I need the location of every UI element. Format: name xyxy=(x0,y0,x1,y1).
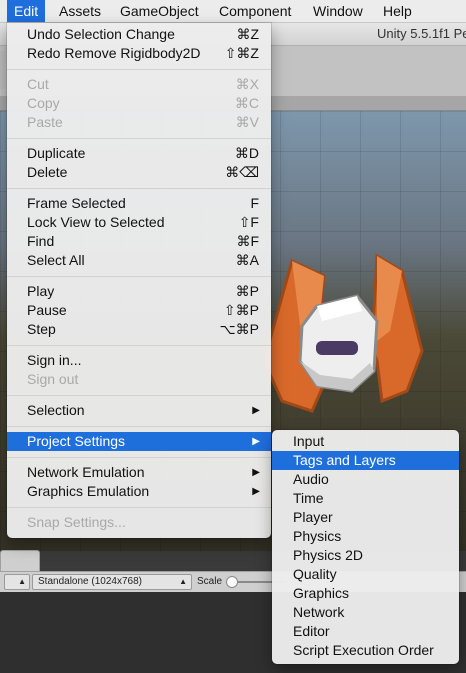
menu-component[interactable]: Component xyxy=(212,0,298,22)
menu-window[interactable]: Window xyxy=(306,0,370,22)
menu-item-selection[interactable]: Selection ▶ xyxy=(7,401,271,420)
submenu-item-tags-and-layers[interactable]: Tags and Layers xyxy=(272,451,459,470)
menu-separator xyxy=(7,507,271,508)
menu-item-undo[interactable]: Undo Selection Change ⌘Z xyxy=(7,25,271,44)
submenu-item-physics-2d[interactable]: Physics 2D xyxy=(272,546,459,565)
scale-label: Scale xyxy=(197,576,223,587)
menu-separator xyxy=(7,345,271,346)
submenu-arrow-icon: ▶ xyxy=(252,405,260,416)
menu-item-delete[interactable]: Delete ⌘⌫ xyxy=(7,163,271,182)
menu-item-duplicate[interactable]: Duplicate ⌘D xyxy=(7,144,271,163)
menubar: Edit Assets GameObject Component Window … xyxy=(0,0,466,23)
submenu-item-editor[interactable]: Editor xyxy=(272,622,459,641)
project-settings-submenu: Input Tags and Layers Audio Time Player … xyxy=(272,430,459,664)
menu-item-snap-settings: Snap Settings... xyxy=(27,514,126,530)
menu-help[interactable]: Help xyxy=(376,0,419,22)
menu-edit[interactable]: Edit xyxy=(7,0,46,22)
dropdown-arrow-icon: ▲ xyxy=(179,577,187,586)
submenu-item-player[interactable]: Player xyxy=(272,508,459,527)
menu-separator xyxy=(7,69,271,70)
submenu-item-time[interactable]: Time xyxy=(272,489,459,508)
left-gutter xyxy=(0,51,6,89)
display-dropdown[interactable]: ▲ xyxy=(4,574,30,590)
menu-item-redo[interactable]: Redo Remove Rigidbody2D ⇧⌘Z xyxy=(7,44,271,63)
menu-item-frame-selected[interactable]: Frame Selected F xyxy=(7,194,271,213)
menu-item-project-settings[interactable]: Project Settings ▶ xyxy=(7,432,271,451)
menu-assets[interactable]: Assets xyxy=(52,0,108,22)
menu-item-find[interactable]: Find ⌘F xyxy=(7,232,271,251)
menu-separator xyxy=(7,395,271,396)
menu-item-network-emulation[interactable]: Network Emulation ▶ xyxy=(7,463,271,482)
submenu-item-network[interactable]: Network xyxy=(272,603,459,622)
menu-item-step[interactable]: Step ⌥⌘P xyxy=(7,320,271,339)
menu-item-play[interactable]: Play ⌘P xyxy=(7,282,271,301)
submenu-item-input[interactable]: Input xyxy=(272,432,459,451)
menu-separator xyxy=(7,426,271,427)
menu-item-paste: Paste ⌘V xyxy=(27,114,259,130)
submenu-arrow-icon: ▶ xyxy=(252,486,260,497)
menu-item-pause[interactable]: Pause ⇧⌘P xyxy=(7,301,271,320)
submenu-arrow-icon: ▶ xyxy=(252,436,260,447)
submenu-arrow-icon: ▶ xyxy=(252,467,260,478)
scale-slider-thumb[interactable] xyxy=(226,576,238,588)
edit-menu: Undo Selection Change ⌘Z Redo Remove Rig… xyxy=(7,23,271,538)
menu-item-copy: Copy ⌘C xyxy=(27,95,259,111)
menu-item-graphics-emulation[interactable]: Graphics Emulation ▶ xyxy=(7,482,271,501)
resolution-value: Standalone (1024x768) xyxy=(38,576,142,587)
menu-item-lock-view[interactable]: Lock View to Selected ⇧F xyxy=(7,213,271,232)
menu-gameobject[interactable]: GameObject xyxy=(113,0,206,22)
menu-separator xyxy=(7,138,271,139)
menu-item-sign-out: Sign out xyxy=(27,371,79,387)
submenu-item-quality[interactable]: Quality xyxy=(272,565,459,584)
unity-version-label: Unity 5.5.1f1 Pe xyxy=(377,26,466,41)
menu-item-cut: Cut ⌘X xyxy=(27,76,259,92)
submenu-item-audio[interactable]: Audio xyxy=(272,470,459,489)
resolution-dropdown[interactable]: Standalone (1024x768) ▲ xyxy=(32,574,192,590)
submenu-item-graphics[interactable]: Graphics xyxy=(272,584,459,603)
menu-item-sign-in[interactable]: Sign in... xyxy=(7,351,271,370)
spaceship-sprite xyxy=(262,253,424,413)
game-tab[interactable] xyxy=(0,550,40,572)
menu-separator xyxy=(7,457,271,458)
menu-separator xyxy=(7,276,271,277)
submenu-item-script-execution-order[interactable]: Script Execution Order xyxy=(272,641,459,660)
menu-separator xyxy=(7,188,271,189)
menu-item-select-all[interactable]: Select All ⌘A xyxy=(7,251,271,270)
submenu-item-physics[interactable]: Physics xyxy=(272,527,459,546)
dropdown-arrow-icon: ▲ xyxy=(18,577,26,586)
